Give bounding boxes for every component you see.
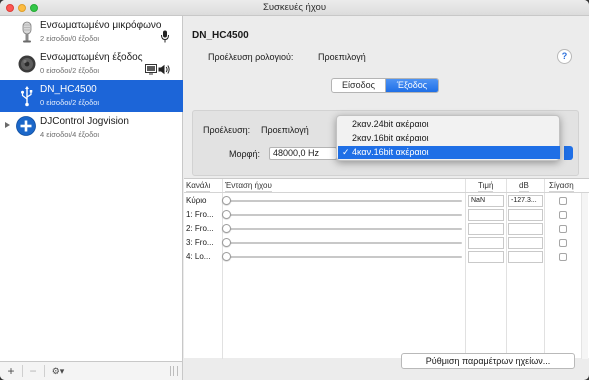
device-name: DJControl Jogvision xyxy=(40,116,129,127)
usb-icon xyxy=(21,86,33,107)
microphone-icon xyxy=(22,21,32,43)
format-option[interactable]: 2καν.24bit ακέραιοι xyxy=(338,118,560,131)
source-value: Προεπιλογή xyxy=(261,125,309,135)
device-list: Ενσωματωμένο μικρόφωνο 2 είσοδοι/0 έξοδο… xyxy=(0,16,183,361)
format-popup-menu: 2καν.24bit ακέραιοι 2καν.16bit ακέραιοι … xyxy=(336,115,560,161)
toolbar-divider xyxy=(44,365,45,377)
volume-slider-track[interactable] xyxy=(226,242,462,244)
volume-slider-track[interactable] xyxy=(226,228,462,230)
table-scrollbar[interactable] xyxy=(581,193,588,359)
disclosure-triangle[interactable] xyxy=(5,122,10,128)
value-field[interactable] xyxy=(468,209,504,221)
device-item-djcontrol-jogvision[interactable]: DJControl Jogvision 4 είσοδοι/4 έξοδοι xyxy=(0,112,183,144)
column-header-db[interactable]: dB xyxy=(519,179,529,192)
db-field[interactable] xyxy=(508,209,543,221)
channel-label: 4: Lo... xyxy=(186,252,211,261)
tab-output[interactable]: Έξοδος xyxy=(385,79,438,92)
mute-checkbox[interactable] xyxy=(559,239,567,247)
mute-checkbox[interactable] xyxy=(559,211,567,219)
speaker-icon xyxy=(18,55,36,73)
channel-label: 3: Fro... xyxy=(186,238,214,247)
checkmark-icon: ✓ xyxy=(342,147,350,157)
db-field[interactable] xyxy=(508,251,543,263)
device-item-built-in-output[interactable]: Ενσωματωμένη έξοδος 0 είσοδοι/2 έξοδοι xyxy=(0,48,183,80)
input-microphone-icon xyxy=(161,30,169,43)
source-label: Προέλευση: xyxy=(203,125,251,135)
title-bar: Συσκευές ήχου xyxy=(0,0,589,16)
clock-source-value: Προεπιλογή xyxy=(318,52,366,62)
help-button[interactable]: ? xyxy=(557,49,572,64)
device-io-count: 0 είσοδοι/2 έξοδοι xyxy=(40,98,100,107)
channel-label: Κύριο xyxy=(186,196,207,205)
format-option-selected[interactable]: ✓ 4καν.16bit ακέραιοι xyxy=(338,146,560,159)
volume-slider-track[interactable] xyxy=(226,256,462,258)
table-row: 2: Fro... xyxy=(184,222,589,236)
volume-slider-knob[interactable] xyxy=(222,238,231,247)
column-header-channel[interactable]: Κανάλι xyxy=(186,179,211,192)
device-io-count: 0 είσοδοι/2 έξοδοι xyxy=(40,66,100,75)
volume-slider-knob[interactable] xyxy=(222,210,231,219)
mute-checkbox[interactable] xyxy=(559,225,567,233)
column-header-mute[interactable]: Σίγαση xyxy=(549,179,574,192)
resize-grip[interactable] xyxy=(170,366,178,376)
window-title: Συσκευές ήχου xyxy=(262,2,327,13)
table-row: Κύριο NaN -127.3... xyxy=(184,194,589,208)
format-option-label: 2καν.16bit ακέραιοι xyxy=(352,133,429,143)
device-io-count: 4 είσοδοι/4 έξοδοι xyxy=(40,130,100,139)
value-field[interactable]: NaN xyxy=(468,195,504,207)
audio-devices-window: Συσκευές ήχου Ενσωματωμένο μικρόφωνο 2 ε… xyxy=(0,0,589,380)
mute-checkbox[interactable] xyxy=(559,253,567,261)
format-option-label: 2καν.24bit ακέραιοι xyxy=(352,119,429,129)
db-field[interactable] xyxy=(508,223,543,235)
db-field[interactable]: -127.3... xyxy=(508,195,543,207)
value-field[interactable] xyxy=(468,237,504,249)
device-name: DN_HC4500 xyxy=(40,84,97,95)
table-row: 4: Lo... xyxy=(184,250,589,264)
volume-icon xyxy=(158,64,170,75)
header-divider xyxy=(184,192,589,193)
table-row: 3: Fro... xyxy=(184,236,589,250)
format-option[interactable]: 2καν.16bit ακέραιοι xyxy=(338,132,560,145)
device-io-count: 2 είσοδοι/0 έξοδοι xyxy=(40,34,100,43)
sample-rate-select[interactable]: 48000,0 Hz xyxy=(269,147,337,160)
volume-slider-track[interactable] xyxy=(226,214,462,216)
volume-slider-track[interactable] xyxy=(226,200,462,202)
io-tab-group: Είσοδος Έξοδος xyxy=(331,78,439,93)
clock-source-label: Προέλευση ρολογιού: xyxy=(208,52,294,62)
channel-label: 1: Fro... xyxy=(186,210,214,219)
device-name: Ενσωματωμένη έξοδος xyxy=(40,52,143,63)
column-header-volume[interactable]: Ένταση ήχου xyxy=(225,179,272,192)
remove-device-button[interactable]: − xyxy=(26,364,40,378)
value-field[interactable] xyxy=(468,251,504,263)
toolbar-divider xyxy=(22,365,23,377)
mute-checkbox[interactable] xyxy=(559,197,567,205)
device-name: Ενσωματωμένο μικρόφωνο xyxy=(40,20,162,31)
device-title: DN_HC4500 xyxy=(192,30,249,41)
aggregate-plus-icon xyxy=(16,116,36,136)
configure-speakers-button[interactable]: Ρύθμιση παραμέτρων ηχείων... xyxy=(401,353,575,369)
device-item-built-in-microphone[interactable]: Ενσωματωμένο μικρόφωνο 2 είσοδοι/0 έξοδο… xyxy=(0,16,183,48)
device-item-dn-hc4500[interactable]: DN_HC4500 0 είσοδοι/2 έξοδοι xyxy=(0,80,183,112)
format-popup-arrows[interactable] xyxy=(564,146,573,160)
sidebar-toolbar: + − ⚙▾ xyxy=(0,361,183,380)
add-device-button[interactable]: + xyxy=(4,364,18,378)
value-field[interactable] xyxy=(468,223,504,235)
table-row: 1: Fro... xyxy=(184,208,589,222)
gear-menu-button[interactable]: ⚙▾ xyxy=(47,364,69,378)
screen-output-icon xyxy=(145,64,157,75)
column-header-value[interactable]: Τιμή xyxy=(478,179,494,192)
format-option-label: 4καν.16bit ακέραιοι xyxy=(352,147,429,157)
channel-volume-table: Κανάλι Ένταση ήχου Τιμή dB Σίγαση Κύριο … xyxy=(184,178,589,359)
volume-slider-knob[interactable] xyxy=(222,224,231,233)
tab-input[interactable]: Είσοδος xyxy=(332,79,385,92)
volume-slider-knob[interactable] xyxy=(222,252,231,261)
format-label: Μορφή: xyxy=(229,149,260,159)
volume-slider-knob[interactable] xyxy=(222,196,231,205)
db-field[interactable] xyxy=(508,237,543,249)
device-detail-pane: DN_HC4500 Προέλευση ρολογιού: Προεπιλογή… xyxy=(184,16,589,380)
channel-label: 2: Fro... xyxy=(186,224,214,233)
